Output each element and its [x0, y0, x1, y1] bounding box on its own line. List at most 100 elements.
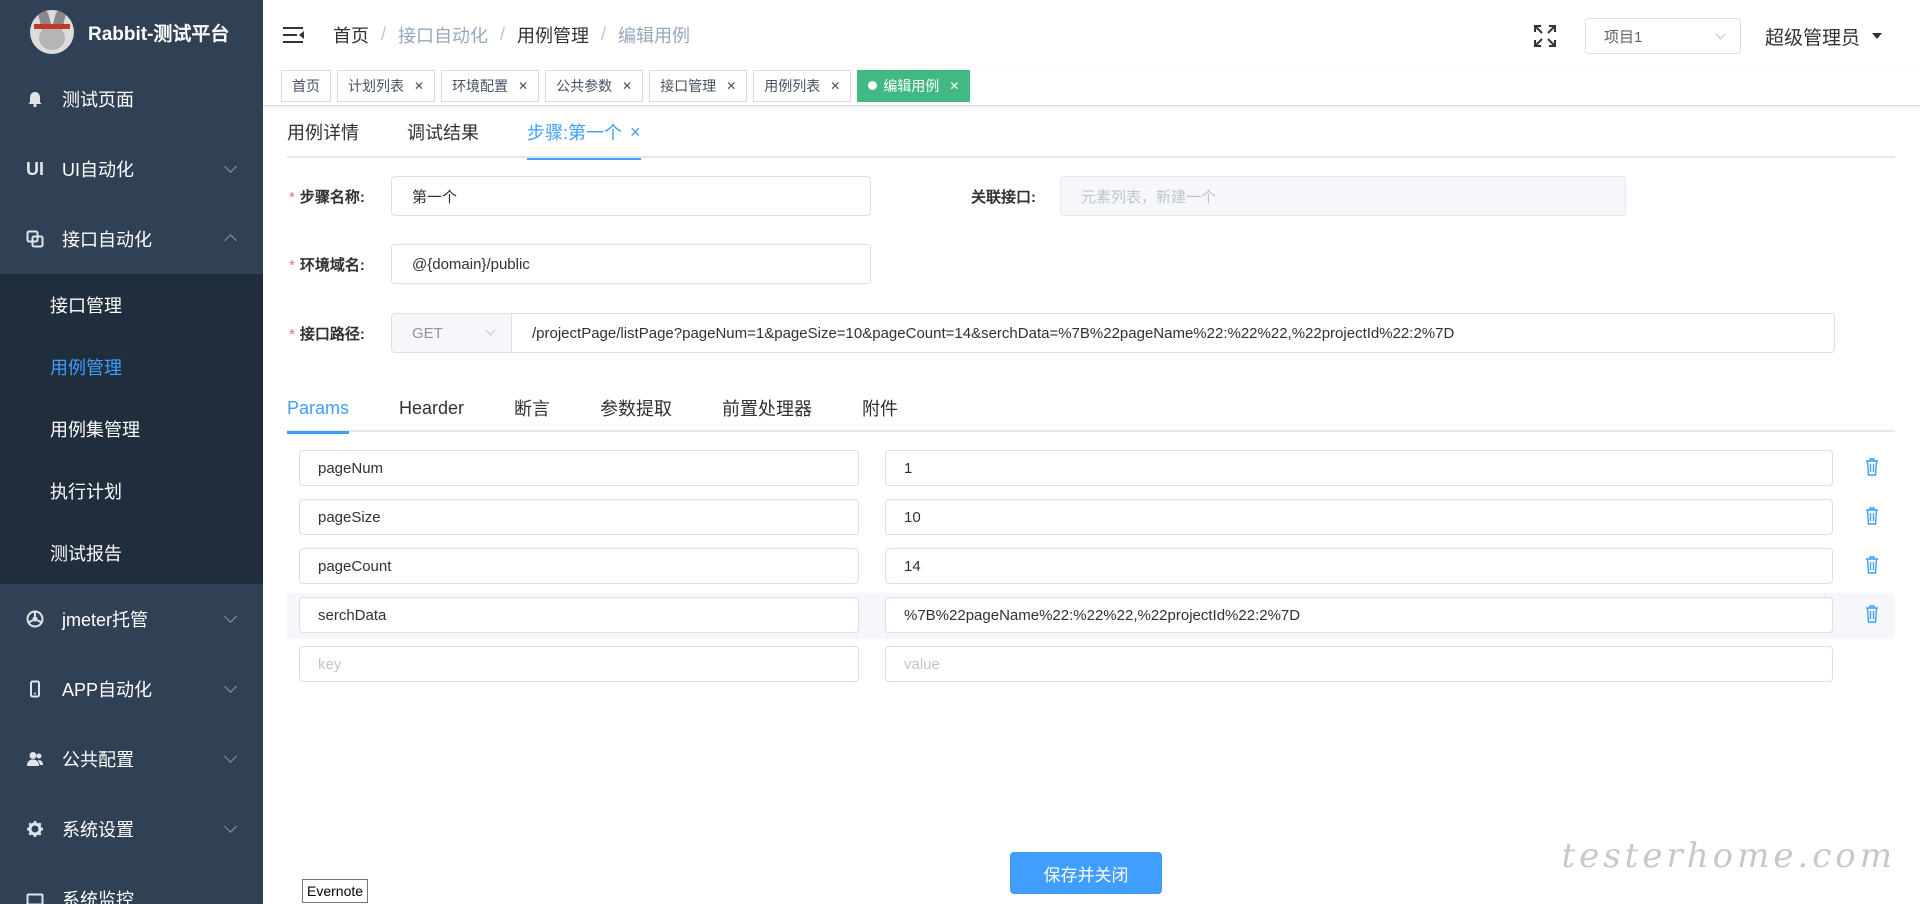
new-param-value-input[interactable]: value [885, 646, 1833, 682]
chevron-down-icon [224, 750, 237, 763]
chevron-down-icon [1715, 29, 1726, 40]
param-value-input[interactable]: 14 [885, 548, 1833, 584]
sidebar-item-label: 系统监控 [62, 890, 134, 904]
param-key-input[interactable]: pageSize [299, 499, 859, 535]
api-path-input[interactable]: /projectPage/listPage?pageNum=1&pageSize… [511, 313, 1835, 353]
active-dot-icon [868, 81, 878, 90]
chevron-down-icon [224, 160, 237, 173]
sidebar-item-api-management[interactable]: 接口管理 [0, 274, 263, 336]
sidebar-item-label: 测试页面 [62, 90, 134, 110]
project-select[interactable]: 项目1 [1584, 18, 1741, 54]
sidebar-item-label: jmeter托管 [62, 610, 149, 630]
fullscreen-icon[interactable] [1533, 24, 1557, 48]
close-icon[interactable]: ✕ [414, 79, 424, 93]
param-key-input[interactable]: pageCount [299, 548, 859, 584]
sidebar-item-label: 系统设置 [62, 820, 134, 840]
sidebar-item-label: 公共配置 [62, 750, 134, 770]
tab-case-detail[interactable]: 用例详情 [287, 106, 359, 158]
tag-home[interactable]: 首页 [281, 69, 331, 102]
sidebar-item-public-config[interactable]: 公共配置 [0, 724, 263, 794]
app-title: Rabbit-测试平台 [88, 23, 230, 45]
tab-attachment[interactable]: 附件 [862, 384, 898, 432]
close-icon[interactable]: × [630, 122, 641, 143]
bell-icon [24, 88, 46, 110]
trash-icon[interactable] [1865, 556, 1879, 574]
close-icon[interactable]: ✕ [518, 79, 528, 93]
api-path-label: * 接口路径: [289, 326, 365, 343]
tab-params[interactable]: Params [287, 384, 350, 434]
save-and-close-button[interactable]: 保存并关闭 [1010, 852, 1162, 894]
tag-plan-list[interactable]: 计划列表 ✕ [337, 69, 436, 102]
tab-param-extract[interactable]: 参数提取 [600, 384, 672, 432]
breadcrumb-case-management[interactable]: 用例管理 [517, 22, 589, 48]
breadcrumb-edit-case: 编辑用例 [618, 25, 691, 46]
ui-icon: UI [26, 158, 44, 179]
sidebar-item-app-automation[interactable]: APP自动化 [0, 654, 263, 724]
evernote-tooltip: Evernote [302, 879, 369, 903]
aperture-icon [24, 608, 46, 630]
sidebar-item-system-monitor[interactable]: 系统监控 [0, 864, 263, 904]
param-value-input[interactable]: 1 [885, 450, 1833, 486]
header-right: 项目1 超级管理员 [1533, 3, 1920, 69]
chevron-down-icon [224, 610, 237, 623]
chevron-down-icon [224, 680, 237, 693]
param-row: serchData %7B%22pageName%22:%22%22,%22pr… [287, 593, 1895, 639]
close-icon[interactable]: ✕ [830, 79, 840, 93]
method-select[interactable]: GET [391, 313, 513, 353]
user-dropdown[interactable]: 超级管理员 [1765, 23, 1882, 50]
param-row: pageCount 14 [287, 544, 1895, 590]
param-key-input[interactable]: pageNum [299, 450, 859, 486]
sidebar-item-ui-automation[interactable]: UI UI自动化 [0, 134, 263, 204]
tag-public-params[interactable]: 公共参数 ✕ [545, 69, 644, 102]
mobile-icon [24, 678, 46, 700]
trash-icon[interactable] [1865, 458, 1879, 476]
related-api-input[interactable]: 元素列表，新建一个 [1060, 176, 1626, 216]
submenu-api-automation: 接口管理 用例管理 用例集管理 执行计划 测试报告 [0, 274, 263, 584]
tags-view: 首页 计划列表 ✕ 环境配置 ✕ 公共参数 ✕ 接口管理 ✕ 用例列表 ✕ 编辑用例 ✕ [263, 66, 1920, 106]
case-tabs: 用例详情 调试结果 步骤:第一个 × [287, 106, 1895, 160]
sidebar-item-label: UI自动化 [62, 160, 134, 180]
sidebar-item-api-automation[interactable]: 接口自动化 [0, 204, 263, 274]
step-name-input[interactable]: 第一个 [391, 176, 871, 216]
param-row-new: key value [287, 642, 1895, 688]
env-domain-input[interactable]: @{domain}/public [391, 244, 871, 284]
tag-api-management[interactable]: 接口管理 ✕ [649, 69, 748, 102]
request-tabs: Params Hearder 断言 参数提取 前置处理器 附件 [287, 384, 1895, 434]
param-row: pageSize 10 [287, 495, 1895, 541]
sidebar-item-jmeter[interactable]: jmeter托管 [0, 584, 263, 654]
hamburger-icon[interactable] [283, 26, 305, 44]
tag-case-list[interactable]: 用例列表 ✕ [753, 69, 852, 102]
sidebar-item-test-report[interactable]: 测试报告 [0, 522, 263, 584]
breadcrumb-home[interactable]: 首页 [333, 22, 369, 48]
trash-icon[interactable] [1865, 605, 1879, 623]
env-domain-label: * 环境域名: [289, 257, 365, 274]
logo[interactable]: Rabbit-测试平台 [0, 0, 263, 64]
tab-assertion[interactable]: 断言 [514, 384, 550, 432]
sidebar-item-execution-plan[interactable]: 执行计划 [0, 460, 263, 522]
project-select-value: 项目1 [1603, 28, 1643, 46]
breadcrumb-api-automation[interactable]: 接口自动化 [398, 22, 488, 48]
sidebar-item-test-page[interactable]: 测试页面 [0, 64, 263, 134]
trash-icon[interactable] [1865, 507, 1879, 525]
param-key-input[interactable]: serchData [299, 597, 859, 633]
param-value-input[interactable]: %7B%22pageName%22:%22%22,%22projectId%22… [885, 597, 1833, 633]
tab-debug-result[interactable]: 调试结果 [407, 106, 479, 158]
close-icon[interactable]: ✕ [726, 79, 736, 93]
tab-preprocessor[interactable]: 前置处理器 [722, 384, 812, 432]
sidebar-item-case-set-management[interactable]: 用例集管理 [0, 398, 263, 460]
tag-env-config[interactable]: 环境配置 ✕ [441, 69, 540, 102]
close-icon[interactable]: ✕ [949, 79, 959, 93]
step-name-label: * 步骤名称: [289, 189, 365, 206]
sidebar-item-case-management[interactable]: 用例管理 [0, 336, 263, 398]
new-param-key-input[interactable]: key [299, 646, 859, 682]
tag-edit-case[interactable]: 编辑用例 ✕ [857, 69, 971, 102]
close-icon[interactable]: ✕ [622, 79, 632, 93]
copy-icon [24, 228, 46, 250]
param-value-input[interactable]: 10 [885, 499, 1833, 535]
tab-header[interactable]: Hearder [399, 384, 464, 432]
main-content: 用例详情 调试结果 步骤:第一个 × * 步骤名称: 第一个 关联接口: 元素列表… [263, 106, 1920, 904]
sidebar-item-system-settings[interactable]: 系统设置 [0, 794, 263, 864]
tab-step[interactable]: 步骤:第一个 × [527, 106, 641, 160]
chevron-up-icon [224, 234, 237, 247]
sidebar-item-label: 接口自动化 [62, 230, 152, 250]
